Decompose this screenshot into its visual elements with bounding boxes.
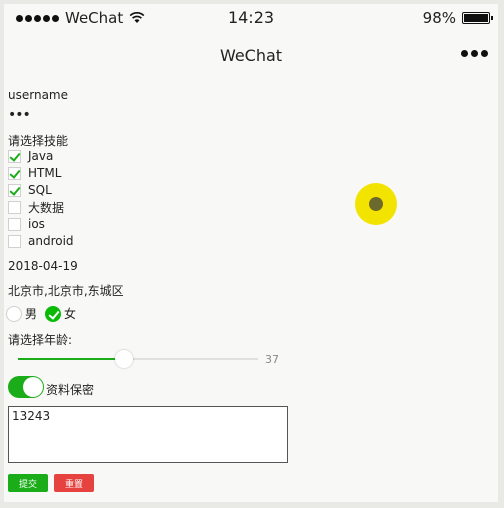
battery-icon	[462, 12, 493, 24]
reset-button[interactable]: 重置	[54, 474, 94, 492]
checkbox-label: ios	[28, 217, 45, 231]
battery-info: 98%	[422, 9, 493, 27]
nav-bar: WeChat	[4, 34, 498, 74]
radio-label-male: 男	[25, 307, 38, 321]
battery-percent: 98%	[422, 9, 456, 27]
slider-thumb[interactable]	[115, 350, 133, 368]
checkbox-ios[interactable]: ios	[8, 216, 45, 232]
age-slider[interactable]	[18, 349, 258, 369]
checkbox-box[interactable]	[8, 217, 21, 231]
checkbox-box[interactable]	[8, 149, 21, 163]
page-title: WeChat	[219, 46, 283, 65]
radio-male[interactable]	[6, 305, 22, 322]
checkbox-android[interactable]: android	[8, 233, 74, 249]
skills-label: 请选择技能	[8, 134, 69, 148]
radio-label-female: 女	[64, 307, 77, 321]
checkbox-label: SQL	[28, 183, 52, 197]
password-input[interactable]: •••	[8, 107, 31, 123]
battery-fill	[464, 14, 488, 22]
date-picker[interactable]: 2018-04-19	[8, 259, 78, 273]
gender-radio-group: 男 女	[6, 305, 84, 322]
privacy-switch[interactable]	[8, 376, 44, 398]
radio-female[interactable]	[45, 305, 62, 322]
username-label[interactable]: username	[8, 88, 68, 102]
more-icon[interactable]	[461, 50, 488, 57]
checkbox-box[interactable]	[8, 183, 21, 197]
phone-screen: WeChat 14:23 98% WeChat username ••• 请选择…	[4, 4, 498, 502]
checkbox-label: 大数据	[28, 200, 65, 215]
age-label: 请选择年龄:	[8, 333, 73, 347]
checkbox-label: android	[28, 234, 74, 248]
checkbox-box[interactable]	[8, 234, 21, 248]
checkbox-java[interactable]: Java	[8, 148, 53, 164]
privacy-label: 资料保密	[46, 383, 95, 397]
checkbox-bigdata[interactable]: 大数据	[8, 199, 64, 215]
submit-button[interactable]: 提交	[8, 474, 48, 492]
checkbox-html[interactable]: HTML	[8, 165, 61, 181]
region-picker[interactable]: 北京市,北京市,东城区	[8, 282, 124, 299]
comment-textarea[interactable]: 13243	[8, 406, 288, 463]
checkbox-box[interactable]	[8, 166, 21, 180]
slider-fill	[18, 358, 122, 360]
switch-knob	[23, 377, 43, 397]
checkbox-sql[interactable]: SQL	[8, 182, 52, 198]
age-value: 37	[265, 353, 279, 366]
checkbox-box[interactable]	[8, 200, 21, 214]
checkbox-label: HTML	[28, 166, 62, 180]
checkbox-label: Java	[28, 149, 54, 163]
status-bar: WeChat 14:23 98%	[4, 4, 498, 30]
touch-indicator	[355, 183, 397, 225]
